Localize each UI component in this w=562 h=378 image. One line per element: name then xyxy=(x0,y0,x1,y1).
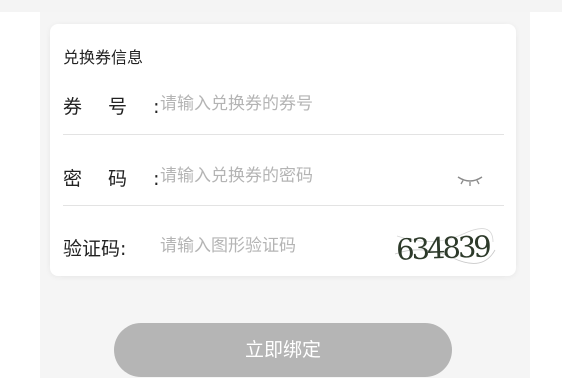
bind-now-button[interactable]: 立即绑定 xyxy=(114,323,452,377)
password-input[interactable] xyxy=(160,162,420,190)
coupon-number-row: 券 号 : xyxy=(63,80,503,134)
coupon-number-input[interactable] xyxy=(160,90,420,118)
divider xyxy=(63,205,504,206)
captcha-image[interactable]: 634839 xyxy=(393,224,497,268)
captcha-input[interactable] xyxy=(160,232,420,260)
password-row: 密 码 : xyxy=(63,152,503,206)
top-strip xyxy=(0,0,562,12)
page: 兑换券信息 券 号 : 密 码 : 验证码: 63 xyxy=(0,0,562,378)
password-label: 密 码 : xyxy=(63,168,170,190)
eye-closed-icon[interactable] xyxy=(455,172,485,188)
captcha-row: 验证码: 634839 xyxy=(63,222,503,276)
coupon-info-card: 兑换券信息 券 号 : 密 码 : 验证码: 63 xyxy=(50,24,516,276)
captcha-label: 验证码: xyxy=(63,238,127,260)
coupon-number-label: 券 号 : xyxy=(63,96,170,118)
captcha-text: 634839 xyxy=(396,229,491,266)
card-title: 兑换券信息 xyxy=(63,48,144,67)
divider xyxy=(63,134,504,135)
